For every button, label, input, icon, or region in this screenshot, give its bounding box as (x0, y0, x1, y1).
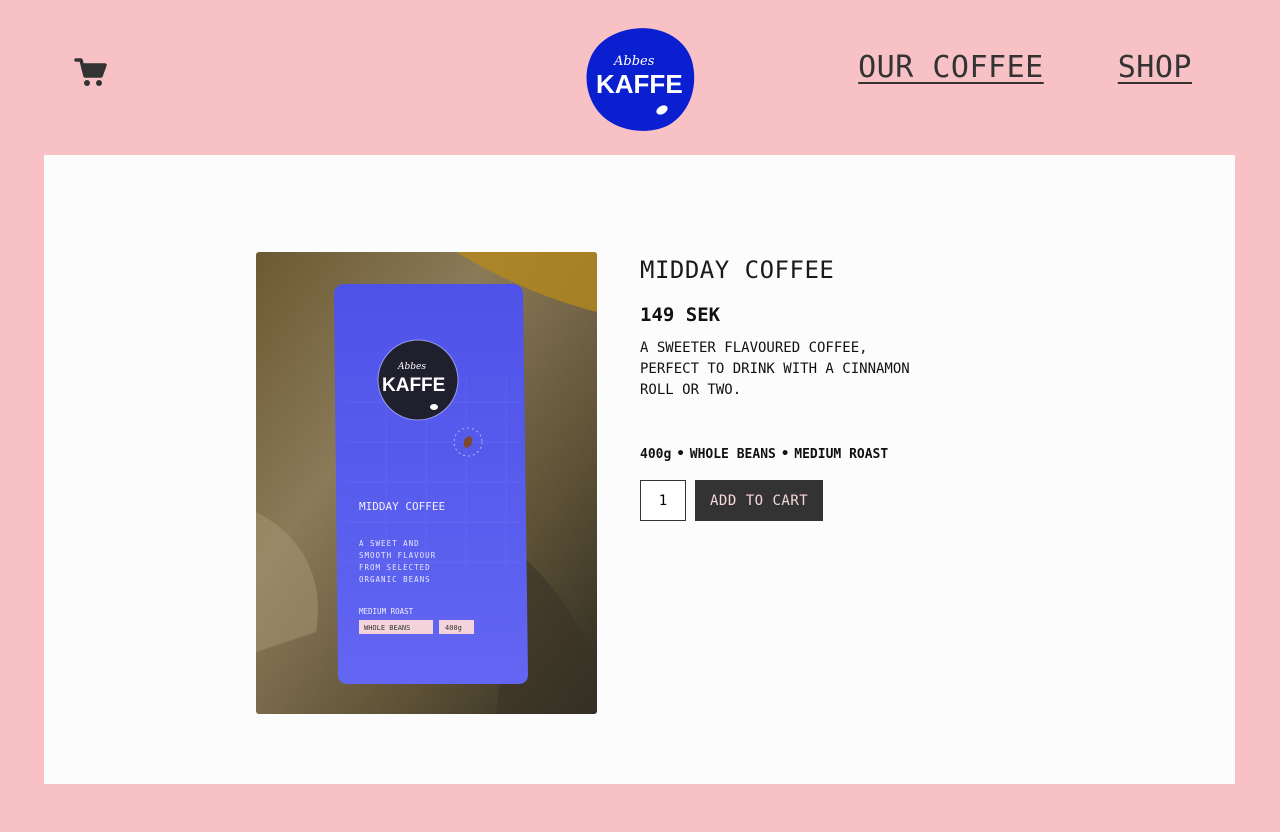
svg-text:Abbes: Abbes (397, 362, 426, 372)
product-info: MIDDAY COFFEE 149 SEK A SWEETER FLAVOURE… (640, 256, 960, 521)
product-description: A SWEETER FLAVOURED COFFEE, PERFECT TO D… (640, 340, 910, 398)
purchase-row: ADD TO CART (640, 480, 960, 521)
spec-grind: WHOLE BEANS (689, 446, 776, 462)
svg-text:KAFFE: KAFFE (382, 375, 445, 396)
svg-text:A SWEET AND: A SWEET AND (359, 539, 420, 548)
product-image: Abbes KAFFE MIDDAY COFFEE A SWEET AND SM… (256, 252, 597, 714)
svg-text:WHOLE BEANS: WHOLE BEANS (364, 624, 410, 632)
nav-our-coffee[interactable]: OUR COFFEE (858, 50, 1044, 85)
svg-text:MIDDAY COFFEE: MIDDAY COFFEE (359, 500, 445, 513)
svg-text:400g: 400g (445, 624, 462, 632)
svg-text:ORGANIC BEANS: ORGANIC BEANS (359, 575, 431, 584)
product-title: MIDDAY COFFEE (640, 256, 835, 284)
product-panel: Abbes KAFFE MIDDAY COFFEE A SWEET AND SM… (44, 155, 1235, 784)
site-header: Abbes KAFFE OUR COFFEE SHOP (0, 0, 1280, 155)
brand-logo[interactable]: Abbes KAFFE (584, 27, 696, 133)
spec-separator: • (780, 446, 790, 462)
main-nav: OUR COFFEE SHOP (858, 50, 1192, 85)
svg-text:FROM SELECTED: FROM SELECTED (359, 563, 431, 572)
quantity-input[interactable] (640, 480, 686, 521)
cart-icon[interactable] (74, 56, 108, 88)
svg-text:KAFFE: KAFFE (596, 69, 683, 99)
nav-shop[interactable]: SHOP (1118, 50, 1192, 85)
svg-text:MEDIUM ROAST: MEDIUM ROAST (359, 607, 414, 616)
spec-weight: 400g (640, 446, 672, 462)
product-specs: 400g • WHOLE BEANS • MEDIUM ROAST (640, 446, 960, 462)
add-to-cart-button[interactable]: ADD TO CART (695, 480, 824, 521)
svg-text:SMOOTH FLAVOUR: SMOOTH FLAVOUR (359, 551, 436, 560)
spec-roast: MEDIUM ROAST (794, 446, 889, 462)
spec-separator: • (676, 446, 685, 462)
svg-text:Abbes: Abbes (613, 54, 655, 69)
product-price: 149 SEK (640, 304, 721, 326)
